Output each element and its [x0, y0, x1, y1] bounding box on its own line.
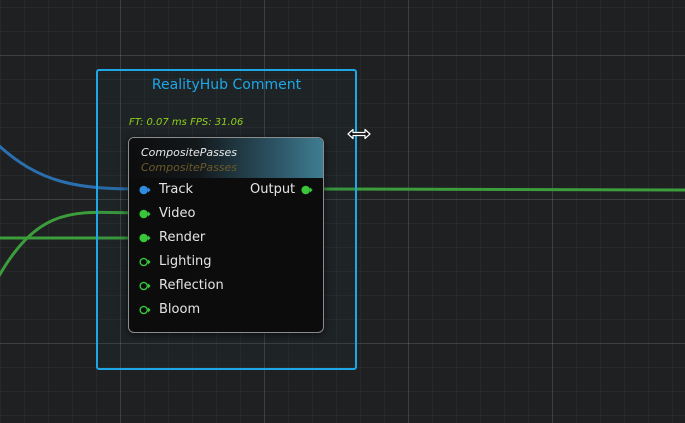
- node-subtitle: CompositePasses: [141, 161, 238, 174]
- output-pin-icon[interactable]: [301, 184, 313, 196]
- render-input-pin-icon[interactable]: [139, 232, 151, 244]
- node-header[interactable]: CompositePasses CompositePasses: [129, 138, 323, 178]
- frame-time-label: FT: 0.07 ms FPS: 31.06: [129, 117, 244, 128]
- bloom-input-label: Bloom: [159, 302, 201, 317]
- composite-passes-node[interactable]: CompositePasses CompositePasses Track Ou…: [128, 137, 324, 333]
- bloom-input-pin-icon[interactable]: [139, 304, 151, 316]
- lighting-input-label: Lighting: [159, 254, 212, 269]
- resize-horizontal-cursor-icon: [347, 128, 371, 140]
- reflection-input-pin-icon[interactable]: [139, 280, 151, 292]
- lighting-input-pin-icon[interactable]: [139, 256, 151, 268]
- reflection-input-label: Reflection: [159, 278, 224, 293]
- track-input-pin-icon[interactable]: [139, 184, 151, 196]
- output-label: Output: [250, 182, 296, 197]
- output-link[interactable]: [315, 187, 685, 192]
- comment-title[interactable]: RealityHub Comment: [98, 77, 355, 93]
- video-input-pin-icon[interactable]: [139, 208, 151, 220]
- node-graph-canvas[interactable]: RealityHub Comment FT: 0.07 ms FPS: 31.0…: [0, 0, 685, 423]
- video-input-label: Video: [159, 206, 196, 221]
- node-title: CompositePasses: [141, 146, 238, 159]
- track-input-label: Track: [159, 182, 194, 197]
- render-input-label: Render: [159, 230, 206, 245]
